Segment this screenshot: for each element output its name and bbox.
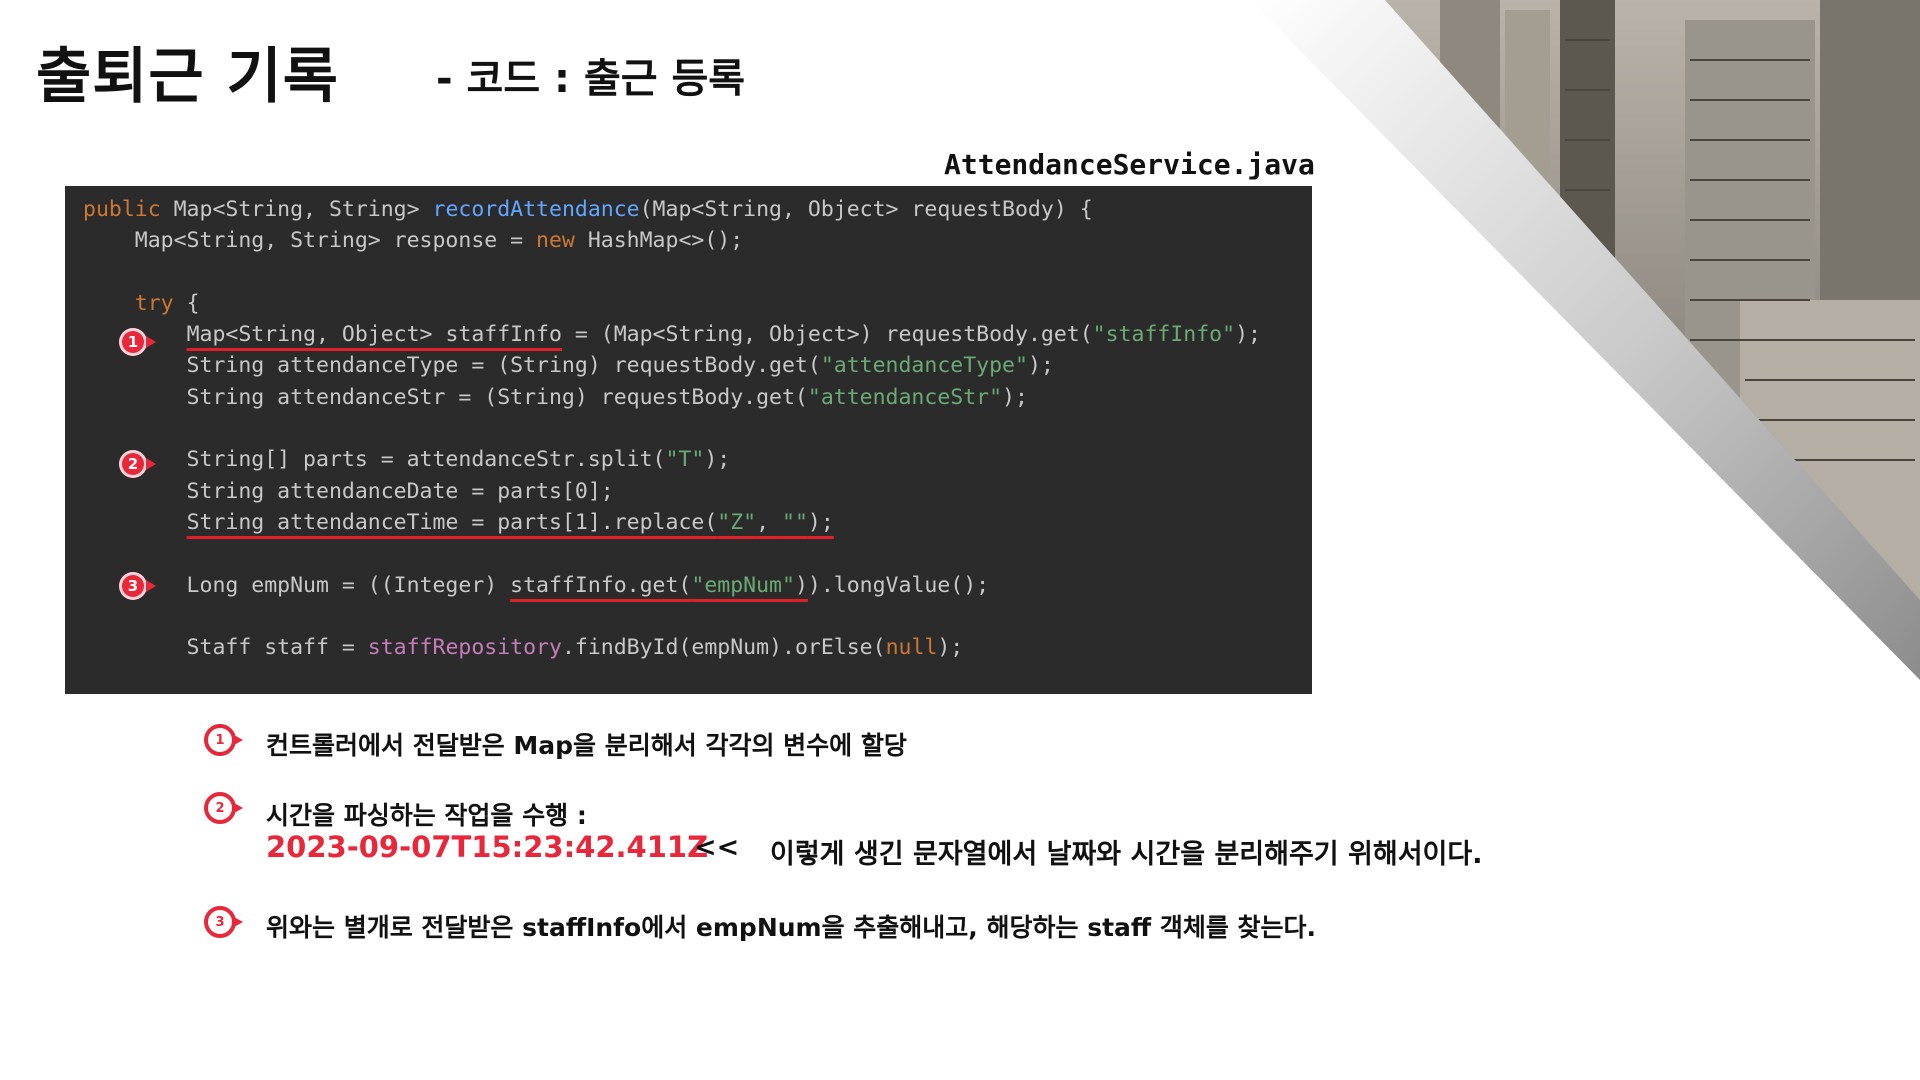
page-title: 출퇴근 기록 [36,42,339,112]
step-1-badge: 1 [119,328,156,356]
note-3-marker: 3 [204,906,243,938]
note-2-marker: 2 [204,792,243,824]
note-1-text: 컨트롤러에서 전달받은 Map을 분리해서 각각의 변수에 할당 [266,731,907,760]
page-subtitle: - 코드 : 출근 등록 [436,56,746,102]
note-3-text: 위와는 별개로 전달받은 staffInfo에서 empNum을 추출해내고, … [266,913,1317,942]
code-filename: AttendanceService.java [944,148,1315,181]
code-text: public Map<String, String> recordAttenda… [83,197,1261,661]
sample-timestamp: 2023-09-07T15:23:42.411Z [266,830,709,864]
note-1-marker: 1 [204,724,243,756]
note-2-explanation: 이렇게 생긴 문자열에서 날짜와 시간을 분리해주기 위해서이다. [770,839,1483,870]
step-2-badge: 2 [119,450,156,478]
note-2-text: 시간을 파싱하는 작업을 수행 : [266,801,587,830]
step-3-badge: 3 [119,572,156,600]
code-block: public Map<String, String> recordAttenda… [65,186,1312,694]
arrow-marker: << [694,832,740,863]
